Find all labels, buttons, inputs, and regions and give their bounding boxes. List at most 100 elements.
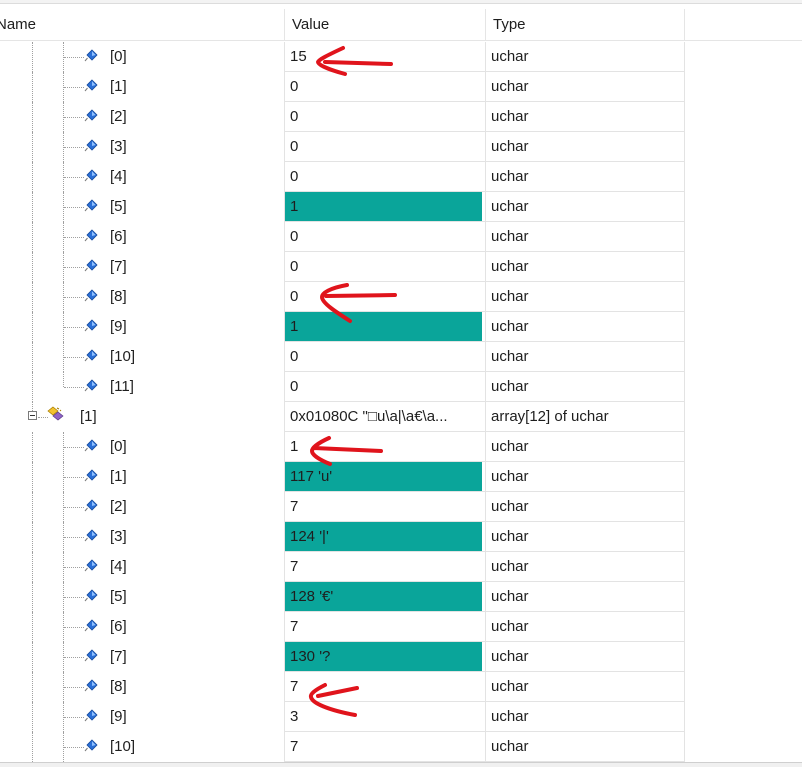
- cell-divider: [485, 402, 486, 432]
- row-value[interactable]: 0: [285, 282, 482, 311]
- row-value[interactable]: 1: [285, 432, 482, 461]
- watch-row[interactable]: [5] 1 uchar: [0, 192, 802, 222]
- row-value-changed[interactable]: 1: [285, 312, 482, 341]
- watch-row[interactable]: [2] 0 uchar: [0, 102, 802, 132]
- watch-row[interactable]: [4] 0 uchar: [0, 162, 802, 192]
- watch-row[interactable]: [9] 3 uchar: [0, 702, 802, 732]
- column-resize-handle-name[interactable]: [284, 9, 285, 41]
- row-name: [10]: [110, 348, 136, 365]
- cell-divider: [684, 462, 685, 492]
- tree-guide-line: [32, 432, 33, 462]
- watch-row[interactable]: [11] 0 uchar: [0, 372, 802, 402]
- column-resize-handle-value[interactable]: [485, 9, 486, 41]
- row-value[interactable]: 0: [285, 372, 482, 401]
- tree-guide-line: [32, 72, 33, 102]
- watch-row[interactable]: [3] 0 uchar: [0, 132, 802, 162]
- watch-row[interactable]: [9] 1 uchar: [0, 312, 802, 342]
- row-value-changed[interactable]: 1: [285, 192, 482, 221]
- watch-row[interactable]: [6] 0 uchar: [0, 222, 802, 252]
- column-resize-handle-type[interactable]: [684, 9, 685, 41]
- watch-row[interactable]: [0] 15 uchar: [0, 42, 802, 72]
- cell-divider: [684, 132, 685, 162]
- row-value[interactable]: 0: [285, 252, 482, 281]
- cell-divider: [485, 462, 486, 492]
- watch-row[interactable]: [7] 0 uchar: [0, 252, 802, 282]
- watch-row[interactable]: [2] 7 uchar: [0, 492, 802, 522]
- row-type: uchar: [491, 348, 529, 365]
- field-diamond-icon: [83, 48, 99, 64]
- tree-guide-line: [32, 342, 33, 372]
- cell-divider: [485, 282, 486, 312]
- tree-guide-line: [32, 552, 33, 582]
- row-value[interactable]: 7: [285, 552, 482, 581]
- tree-branch-line: [64, 447, 84, 448]
- row-name: [1]: [110, 78, 127, 95]
- cell-divider: [684, 702, 685, 732]
- row-value[interactable]: 0x01080C "□u\a|\a€\a...: [285, 402, 482, 431]
- cell-divider: [284, 312, 285, 342]
- cell-divider: [284, 642, 285, 672]
- row-value[interactable]: 0: [285, 102, 482, 131]
- row-name: [0]: [110, 438, 127, 455]
- row-value[interactable]: 7: [285, 672, 482, 701]
- row-value[interactable]: 7: [285, 612, 482, 641]
- row-value-changed[interactable]: 128 '€': [285, 582, 482, 611]
- row-value[interactable]: 15: [285, 42, 482, 71]
- cell-divider: [684, 732, 685, 762]
- row-type: uchar: [491, 588, 529, 605]
- collapse-toggle-icon[interactable]: [28, 411, 37, 420]
- cell-divider: [485, 42, 486, 72]
- column-header-type[interactable]: Type: [493, 9, 526, 41]
- row-value[interactable]: 0: [285, 342, 482, 371]
- cell-divider: [684, 582, 685, 612]
- cell-divider: [284, 522, 285, 552]
- cell-divider: [684, 402, 685, 432]
- cell-divider: [284, 402, 285, 432]
- watch-row[interactable]: [0] 1 uchar: [0, 432, 802, 462]
- row-name: [0]: [110, 48, 127, 65]
- watch-row[interactable]: [1] 0 uchar: [0, 72, 802, 102]
- row-value[interactable]: 3: [285, 702, 482, 731]
- tree-branch-line: [64, 357, 84, 358]
- watch-row[interactable]: [8] 0 uchar: [0, 282, 802, 312]
- field-diamond-icon: [83, 78, 99, 94]
- row-value-changed[interactable]: 124 '|': [285, 522, 482, 551]
- cell-divider: [284, 222, 285, 252]
- row-value-changed[interactable]: 117 'u': [285, 462, 482, 491]
- column-header-value[interactable]: Value: [292, 9, 329, 41]
- watch-row[interactable]: [4] 7 uchar: [0, 552, 802, 582]
- cell-divider: [485, 162, 486, 192]
- row-type: uchar: [491, 198, 529, 215]
- window-bottom-edge: [0, 762, 802, 767]
- row-type: uchar: [491, 618, 529, 635]
- cell-divider: [284, 702, 285, 732]
- row-value[interactable]: 0: [285, 72, 482, 101]
- row-value[interactable]: 0: [285, 162, 482, 191]
- field-diamond-icon: [83, 528, 99, 544]
- watch-row[interactable]: [10] 0 uchar: [0, 342, 802, 372]
- row-type: uchar: [491, 138, 529, 155]
- tree-guide-line: [32, 702, 33, 732]
- field-diamond-icon: [83, 648, 99, 664]
- tree-guide-line: [32, 102, 33, 132]
- row-type: uchar: [491, 228, 529, 245]
- row-value[interactable]: 0: [285, 132, 482, 161]
- watch-row-array[interactable]: [1] 0x01080C "□u\a|\a€\a... array[12] of u…: [0, 402, 802, 432]
- watch-row[interactable]: [7] 130 '? uchar: [0, 642, 802, 672]
- watch-row[interactable]: [10] 7 uchar: [0, 732, 802, 762]
- watch-row[interactable]: [8] 7 uchar: [0, 672, 802, 702]
- watch-row[interactable]: [1] 117 'u' uchar: [0, 462, 802, 492]
- row-name: [6]: [110, 228, 127, 245]
- row-value[interactable]: 0: [285, 222, 482, 251]
- row-value[interactable]: 7: [285, 732, 482, 761]
- row-value-changed[interactable]: 130 '?: [285, 642, 482, 671]
- cell-divider: [284, 432, 285, 462]
- cell-divider: [284, 132, 285, 162]
- row-name: [2]: [110, 498, 127, 515]
- column-header-name[interactable]: Name: [0, 9, 36, 41]
- cell-divider: [684, 282, 685, 312]
- watch-row[interactable]: [3] 124 '|' uchar: [0, 522, 802, 552]
- watch-row[interactable]: [6] 7 uchar: [0, 612, 802, 642]
- watch-row[interactable]: [5] 128 '€' uchar: [0, 582, 802, 612]
- row-value[interactable]: 7: [285, 492, 482, 521]
